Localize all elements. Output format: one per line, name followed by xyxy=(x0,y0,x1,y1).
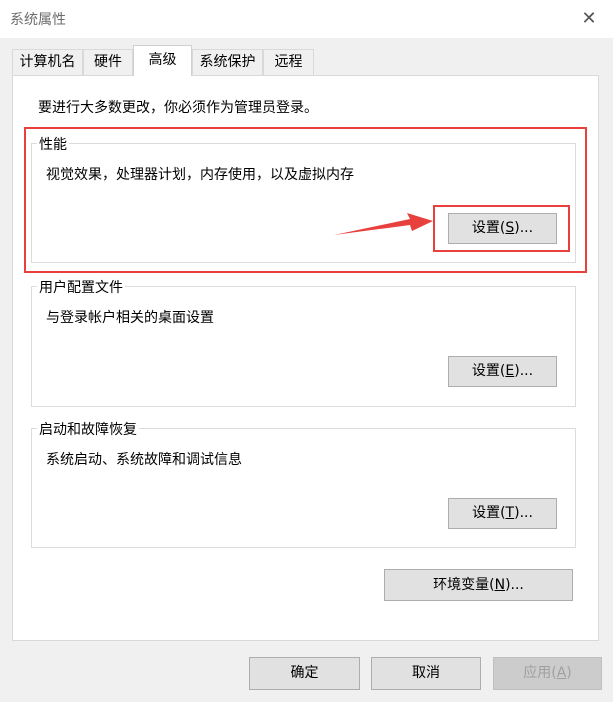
apply-button[interactable]: 应用(A) xyxy=(493,657,602,690)
close-icon[interactable]: ✕ xyxy=(572,4,606,34)
cancel-button[interactable]: 取消 xyxy=(371,657,481,690)
tab-label: 计算机名 xyxy=(19,54,76,70)
button-label-suffix: )... xyxy=(514,505,533,521)
tab-system-protection[interactable]: 系统保护 xyxy=(192,49,263,75)
button-label: 环境变量( xyxy=(433,577,495,593)
access-key: S xyxy=(505,220,515,236)
access-key: T xyxy=(505,505,515,521)
performance-settings-button[interactable]: 设置(S)... xyxy=(448,213,557,244)
button-label-suffix: )... xyxy=(514,363,534,379)
tab-remote[interactable]: 远程 xyxy=(263,49,314,75)
tab-computer-name[interactable]: 计算机名 xyxy=(12,49,83,75)
startup-recovery-title: 启动和故障恢复 xyxy=(37,419,139,439)
window-title: 系统属性 xyxy=(10,12,66,28)
startup-recovery-settings-button[interactable]: 设置(T)... xyxy=(448,498,557,529)
button-label-suffix: )... xyxy=(505,577,524,593)
startup-recovery-group xyxy=(31,428,576,548)
tab-label: 系统保护 xyxy=(199,54,256,70)
tab-hardware[interactable]: 硬件 xyxy=(83,49,133,75)
ok-button[interactable]: 确定 xyxy=(249,657,360,690)
performance-description: 视觉效果，处理器计划，内存使用，以及虚拟内存 xyxy=(46,167,354,183)
button-label: 设置( xyxy=(471,363,506,379)
startup-recovery-description: 系统启动、系统故障和调试信息 xyxy=(46,452,242,468)
access-key: E xyxy=(505,363,515,379)
tab-label: 硬件 xyxy=(94,54,122,70)
button-label-suffix: )... xyxy=(514,220,534,236)
access-key: N xyxy=(494,577,506,593)
button-label: 设置( xyxy=(471,220,506,236)
user-profiles-title: 用户配置文件 xyxy=(37,277,125,297)
tab-label: 高级 xyxy=(148,52,177,68)
environment-variables-button[interactable]: 环境变量(N)... xyxy=(384,569,573,601)
button-label-suffix: ) xyxy=(566,665,572,681)
performance-group xyxy=(31,143,576,263)
arrow-shape xyxy=(334,213,433,235)
access-key: A xyxy=(556,665,567,681)
tab-label: 远程 xyxy=(274,54,303,70)
admin-notice: 要进行大多数更改，你必须作为管理员登录。 xyxy=(38,100,318,116)
performance-title: 性能 xyxy=(37,134,69,154)
user-profiles-description: 与登录帐户相关的桌面设置 xyxy=(46,310,214,326)
button-label: 设置( xyxy=(472,505,506,521)
user-profiles-settings-button[interactable]: 设置(E)... xyxy=(448,356,557,387)
title-bar: 系统属性 ✕ xyxy=(0,0,613,38)
arrow-icon xyxy=(334,213,433,235)
user-profiles-group xyxy=(31,286,576,407)
button-label: 应用( xyxy=(523,665,557,681)
tab-advanced[interactable]: 高级 xyxy=(133,45,192,76)
